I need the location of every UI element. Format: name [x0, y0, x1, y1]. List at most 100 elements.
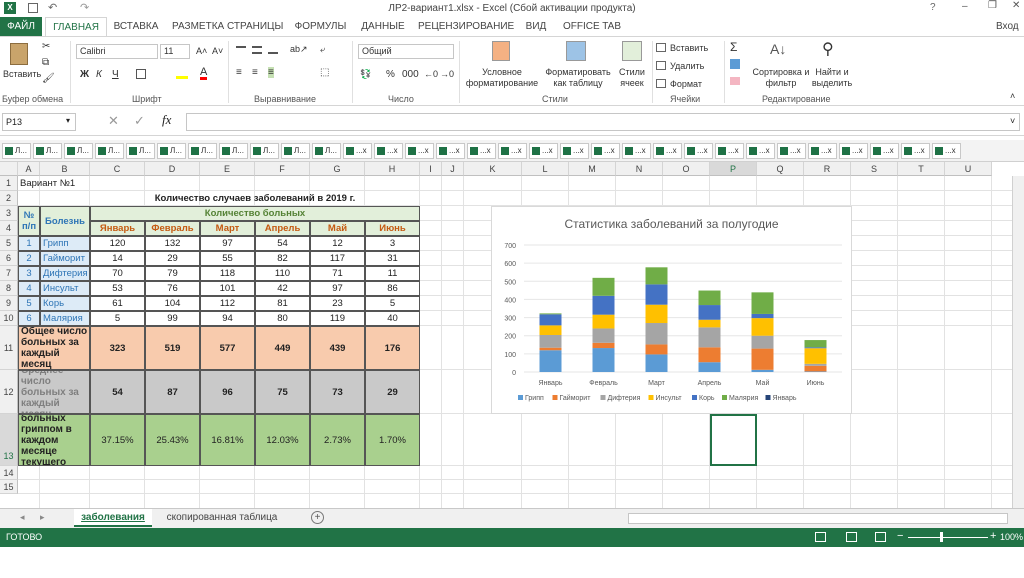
header-month[interactable]: Февраль	[145, 221, 200, 236]
workbook-tab[interactable]: ...x	[932, 143, 961, 159]
pct-cell[interactable]: 25.43%	[145, 414, 200, 466]
column-header[interactable]: E	[200, 162, 255, 176]
currency-icon[interactable]: 💱	[360, 69, 371, 80]
workbook-tab[interactable]: Л...	[2, 143, 31, 159]
value-cell[interactable]: 29	[145, 251, 200, 266]
orientation-icon[interactable]: ab↗	[290, 44, 308, 55]
table-title[interactable]: Количество случаев заболеваний в 2019 г.	[90, 191, 420, 206]
cut-icon[interactable]: ✂	[42, 41, 50, 52]
pct-cell[interactable]: 12.03%	[255, 414, 310, 466]
value-cell[interactable]: 86	[365, 281, 420, 296]
total-cell[interactable]: 323	[90, 326, 145, 370]
header-month[interactable]: Июнь	[365, 221, 420, 236]
column-header[interactable]: U	[945, 162, 992, 176]
total-cell[interactable]: 439	[310, 326, 365, 370]
workbook-tab[interactable]: ...x	[777, 143, 806, 159]
tab-insert[interactable]: ВСТАВКА	[110, 17, 162, 36]
disease-name[interactable]: Инсульт	[40, 281, 90, 296]
cell-styles-icon[interactable]	[622, 41, 642, 61]
workbook-tab[interactable]: ...x	[374, 143, 403, 159]
row-header[interactable]: 14	[0, 466, 18, 480]
column-header[interactable]: G	[310, 162, 365, 176]
fill-color-icon[interactable]	[176, 69, 188, 79]
value-cell[interactable]: 82	[255, 251, 310, 266]
zoom-out-icon[interactable]: −	[897, 530, 903, 542]
value-cell[interactable]: 55	[200, 251, 255, 266]
workbook-tab[interactable]: ...x	[498, 143, 527, 159]
select-all-corner[interactable]	[0, 162, 18, 176]
disease-name[interactable]: Грипп	[40, 236, 90, 251]
pct-label[interactable]: Процент больных гриппом в каждом месяце …	[18, 414, 90, 466]
value-cell[interactable]: 81	[255, 296, 310, 311]
workbook-tab[interactable]: ...x	[715, 143, 744, 159]
column-header[interactable]: D	[145, 162, 200, 176]
workbook-tab[interactable]: Л...	[157, 143, 186, 159]
workbook-tab[interactable]: Л...	[219, 143, 248, 159]
row-header[interactable]: 2	[0, 191, 18, 206]
fill-icon[interactable]	[730, 59, 740, 69]
column-header[interactable]: T	[898, 162, 945, 176]
insert-cells-button[interactable]: Вставить	[670, 43, 708, 53]
conditional-format-button[interactable]: Условное форматирование	[463, 67, 541, 89]
header-disease[interactable]: Болезнь	[40, 206, 90, 236]
collapse-ribbon-icon[interactable]: ˄	[1010, 91, 1015, 101]
chart[interactable]: Статистика заболеваний за полугодие 0 100…	[491, 206, 852, 414]
align-bottom-icon[interactable]	[268, 46, 278, 54]
value-cell[interactable]: 118	[200, 266, 255, 281]
column-header[interactable]: B	[40, 162, 90, 176]
percent-icon[interactable]: %	[386, 69, 395, 80]
format-painter-icon[interactable]: 🖌	[42, 73, 55, 84]
paste-button[interactable]: Вставить	[3, 69, 41, 79]
workbook-tab[interactable]: Л...	[312, 143, 341, 159]
align-center-icon[interactable]: ≡	[252, 67, 258, 78]
increase-decimal-icon[interactable]: ←0	[424, 69, 438, 79]
zoom-level[interactable]: 100%	[1000, 532, 1023, 542]
tab-view[interactable]: ВИД	[521, 17, 551, 36]
header-month[interactable]: Январь	[90, 221, 145, 236]
minimize-icon[interactable]: –	[962, 1, 968, 12]
row-header[interactable]: 1	[0, 176, 18, 191]
row-header[interactable]: 4	[0, 221, 18, 236]
page-break-view-icon[interactable]	[875, 532, 886, 542]
column-header[interactable]: S	[851, 162, 898, 176]
column-header[interactable]: K	[464, 162, 522, 176]
tab-formulas[interactable]: ФОРМУЛЫ	[293, 17, 348, 36]
column-header[interactable]: J	[442, 162, 464, 176]
borders-icon[interactable]	[136, 69, 146, 79]
comma-icon[interactable]: 000	[402, 69, 419, 80]
zoom-slider-thumb[interactable]	[940, 532, 943, 542]
row-header[interactable]: 8	[0, 281, 18, 296]
value-cell[interactable]: 53	[90, 281, 145, 296]
workbook-tab[interactable]: Л...	[126, 143, 155, 159]
value-cell[interactable]: 119	[310, 311, 365, 326]
format-cells-button[interactable]: Формат	[670, 79, 702, 89]
workbook-tab[interactable]: ...x	[839, 143, 868, 159]
tab-page-layout[interactable]: РАЗМЕТКА СТРАНИЦЫ	[172, 17, 283, 36]
column-header[interactable]: O	[663, 162, 710, 176]
name-box[interactable]: P13	[2, 113, 76, 131]
italic-button[interactable]: К	[96, 69, 102, 80]
column-header[interactable]: R	[804, 162, 851, 176]
workbook-tab[interactable]: ...x	[901, 143, 930, 159]
copy-icon[interactable]: ⧉	[42, 57, 49, 68]
font-name-select[interactable]: Calibri	[76, 44, 158, 59]
align-right-icon[interactable]: ≡	[268, 67, 274, 78]
value-cell[interactable]: 120	[90, 236, 145, 251]
row-header[interactable]: 12	[0, 370, 18, 414]
pct-cell[interactable]: 37.15%	[90, 414, 145, 466]
clear-icon[interactable]	[730, 77, 740, 85]
tab-home[interactable]: ГЛАВНАЯ	[45, 17, 107, 36]
value-cell[interactable]: 97	[310, 281, 365, 296]
disease-name[interactable]: Дифтерия	[40, 266, 90, 281]
value-cell[interactable]: 12	[310, 236, 365, 251]
workbook-tab[interactable]: ...x	[529, 143, 558, 159]
avg-cell[interactable]: 73	[310, 370, 365, 414]
pct-cell[interactable]: 16.81%	[200, 414, 255, 466]
value-cell[interactable]: 42	[255, 281, 310, 296]
disease-number[interactable]: 6	[18, 311, 40, 326]
grow-font-icon[interactable]: A˄	[196, 46, 207, 56]
conditional-format-icon[interactable]	[492, 41, 510, 61]
decrease-decimal-icon[interactable]: →0	[440, 69, 454, 79]
disease-number[interactable]: 3	[18, 266, 40, 281]
row-header[interactable]: 15	[0, 480, 18, 494]
